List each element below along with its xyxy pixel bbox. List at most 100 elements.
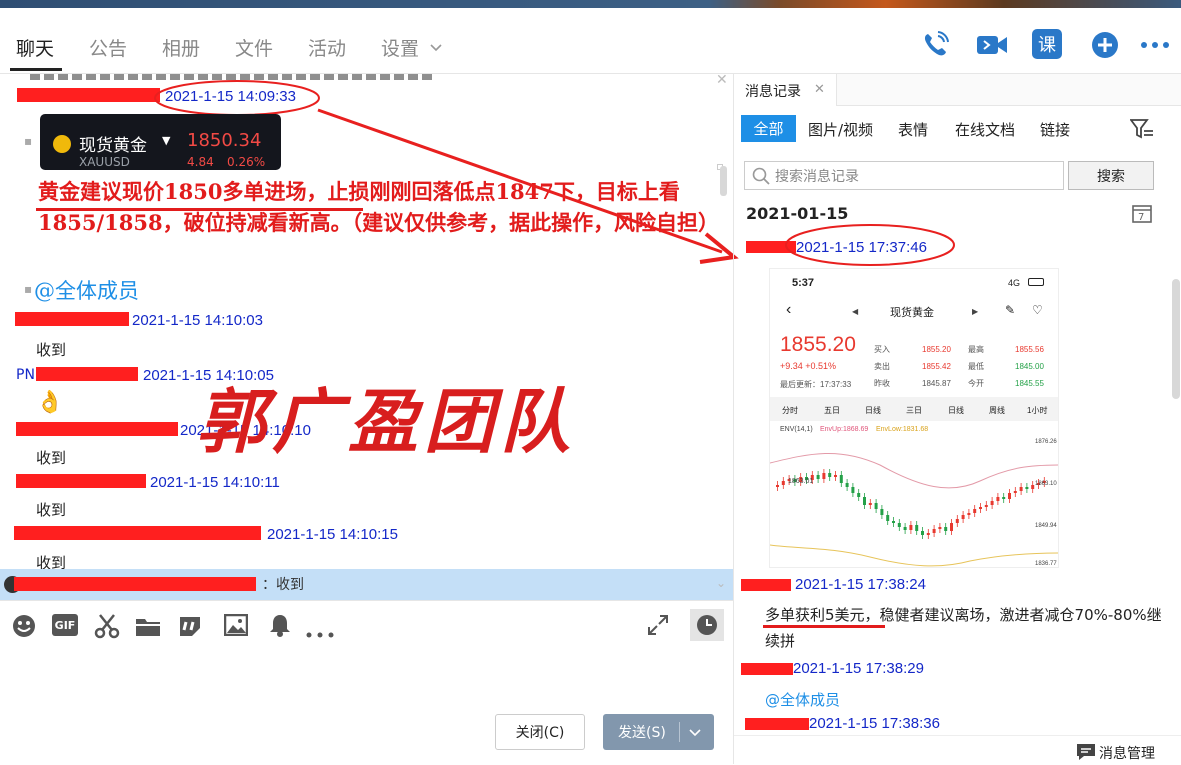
candle-body (839, 475, 843, 483)
history-footer: 消息管理 (734, 735, 1181, 764)
filter-links[interactable]: 链接 (1040, 119, 1070, 140)
image-icon[interactable] (223, 613, 249, 640)
video-icon[interactable] (975, 28, 1009, 62)
tab-activity[interactable]: 活动 (308, 34, 346, 61)
expand-icon[interactable] (647, 614, 669, 640)
message-timestamp: 2021-1-15 14:10:03 (132, 312, 263, 329)
battery-icon (1028, 278, 1044, 286)
heart-icon[interactable]: ♡ (1032, 303, 1043, 317)
phone-stats-labels-2: 最高 最低 今开 (968, 345, 984, 388)
quote-icon[interactable] (178, 614, 202, 642)
redacted-sender (36, 367, 138, 381)
candle-body (915, 525, 919, 531)
candle-body (828, 473, 832, 477)
scroll-down-icon[interactable]: ⌄ (716, 576, 726, 590)
candle-body (909, 525, 913, 530)
filter-docs[interactable]: 在线文档 (955, 119, 1015, 140)
history-timestamp: 2021-1-15 17:38:24 (795, 576, 926, 593)
bullet: ▪ (24, 282, 33, 296)
search-box[interactable]: 搜索消息记录 (744, 161, 1064, 190)
history-date: 2021-01-15 (746, 204, 849, 223)
more-icon[interactable] (306, 623, 334, 642)
phone-icon[interactable] (918, 28, 952, 62)
candle-body (857, 493, 861, 497)
scissors-icon[interactable] (94, 613, 120, 643)
candle-body (776, 485, 779, 487)
phone-stats-values-2: 1855.56 1845.00 1845.55 (1015, 345, 1044, 388)
prev-icon[interactable]: ◀ (852, 307, 858, 316)
message-manage-button[interactable]: 消息管理 (1099, 743, 1155, 763)
message-timestamp: 2021-1-15 14:10:11 (150, 474, 280, 491)
tab-album[interactable]: 相册 (162, 34, 200, 61)
phone-period-tabs[interactable]: 分时 五日 日线 三日 日线 周线 1小时 (770, 397, 1058, 421)
chevron-down-icon[interactable] (430, 38, 442, 57)
phone-stats-values-1: 1855.20 1855.42 1845.87 (922, 345, 951, 388)
gif-icon[interactable]: GIF (52, 614, 78, 636)
more-icon[interactable] (1138, 28, 1172, 62)
candle-body (921, 531, 924, 535)
candle-body (851, 487, 855, 493)
scroll-up-icon[interactable]: ✕ (716, 74, 728, 88)
history-clock-icon[interactable] (690, 609, 724, 641)
filter-icon[interactable] (1129, 118, 1154, 144)
close-button[interactable]: 关闭(C) (495, 714, 585, 750)
filter-media[interactable]: 图片/视频 (808, 119, 873, 140)
quote-code: XAUUSD (79, 155, 130, 169)
redacted-sender (741, 579, 791, 591)
tab-announcement[interactable]: 公告 (89, 34, 127, 61)
chevron-down-icon[interactable] (689, 726, 701, 742)
redacted-sender (745, 718, 809, 730)
history-scrollbar[interactable] (1172, 279, 1180, 399)
new-message-bar[interactable]: ：收到 ⌄ (0, 569, 733, 600)
redacted-sender (14, 526, 261, 540)
add-icon[interactable] (1088, 28, 1122, 62)
candle-body (1025, 487, 1029, 489)
quote-name: 现货黄金 (79, 136, 147, 156)
bell-icon[interactable] (269, 613, 291, 641)
tab-chat[interactable]: 聊天 (16, 34, 54, 61)
next-icon[interactable]: ▶ (972, 307, 978, 316)
candle-body (990, 501, 994, 505)
candle-body (961, 515, 965, 519)
candle-body (1019, 487, 1023, 491)
redacted-sender (16, 474, 146, 488)
axis-label: 1849.94 (1035, 523, 1057, 529)
input-area[interactable]: GIF 关闭(C) 发送(S) (0, 600, 733, 764)
quote-card[interactable]: 现货黄金 ▼ XAUUSD 1850.34 4.84 0.26% (40, 114, 281, 170)
send-button[interactable]: 发送(S) (603, 714, 714, 750)
history-tab-bar: 消息记录 ✕ (734, 74, 1181, 106)
phone-screenshot[interactable]: 5:37 4G ‹ ◀ 现货黄金 ▶ ✎ ♡ 1855.20 +9.34 +0.… (769, 268, 1059, 568)
candle-body (845, 483, 849, 487)
candle-body (880, 509, 884, 515)
calendar-icon[interactable]: 7 (1132, 203, 1152, 227)
history-title: 消息记录 (745, 84, 801, 100)
axis-label: 1876.26 (1035, 439, 1057, 445)
candle-body (950, 523, 953, 531)
search-button[interactable]: 搜索 (1068, 161, 1154, 190)
filter-all[interactable]: 全部 (741, 115, 796, 142)
axis-label: 1836.77 (1035, 561, 1057, 567)
candle-body (892, 521, 895, 523)
back-icon[interactable]: ‹ (786, 301, 791, 319)
edit-icon[interactable]: ✎ (1005, 303, 1015, 317)
chat-header: 聊天 公告 相册 文件 活动 设置 课 (0, 8, 1181, 74)
tab-settings[interactable]: 设置 (381, 34, 419, 61)
send-divider (679, 722, 680, 742)
message-text: 收到 (36, 449, 67, 467)
emoji-icon[interactable] (12, 614, 36, 642)
mention-all[interactable]: @全体成员 (765, 689, 840, 710)
message-manage-icon[interactable] (1076, 743, 1096, 765)
filter-sticker[interactable]: 表情 (898, 119, 928, 140)
folder-icon[interactable] (135, 615, 161, 641)
close-icon[interactable]: ✕ (814, 82, 825, 97)
team-watermark: 郭广盈团队 (196, 380, 576, 463)
mention-all[interactable]: @全体成员 (34, 275, 139, 305)
class-icon[interactable]: 课 (1032, 29, 1062, 59)
phone-clock: 5:37 (792, 277, 815, 289)
search-input[interactable]: 搜索消息记录 (775, 166, 859, 186)
tab-files[interactable]: 文件 (235, 34, 273, 61)
candle-body (897, 523, 901, 527)
phone-stats-labels-1: 买入 卖出 昨收 (874, 345, 890, 388)
history-tab[interactable]: 消息记录 ✕ (734, 74, 837, 106)
caret-down-icon[interactable]: ▼ (162, 134, 170, 147)
